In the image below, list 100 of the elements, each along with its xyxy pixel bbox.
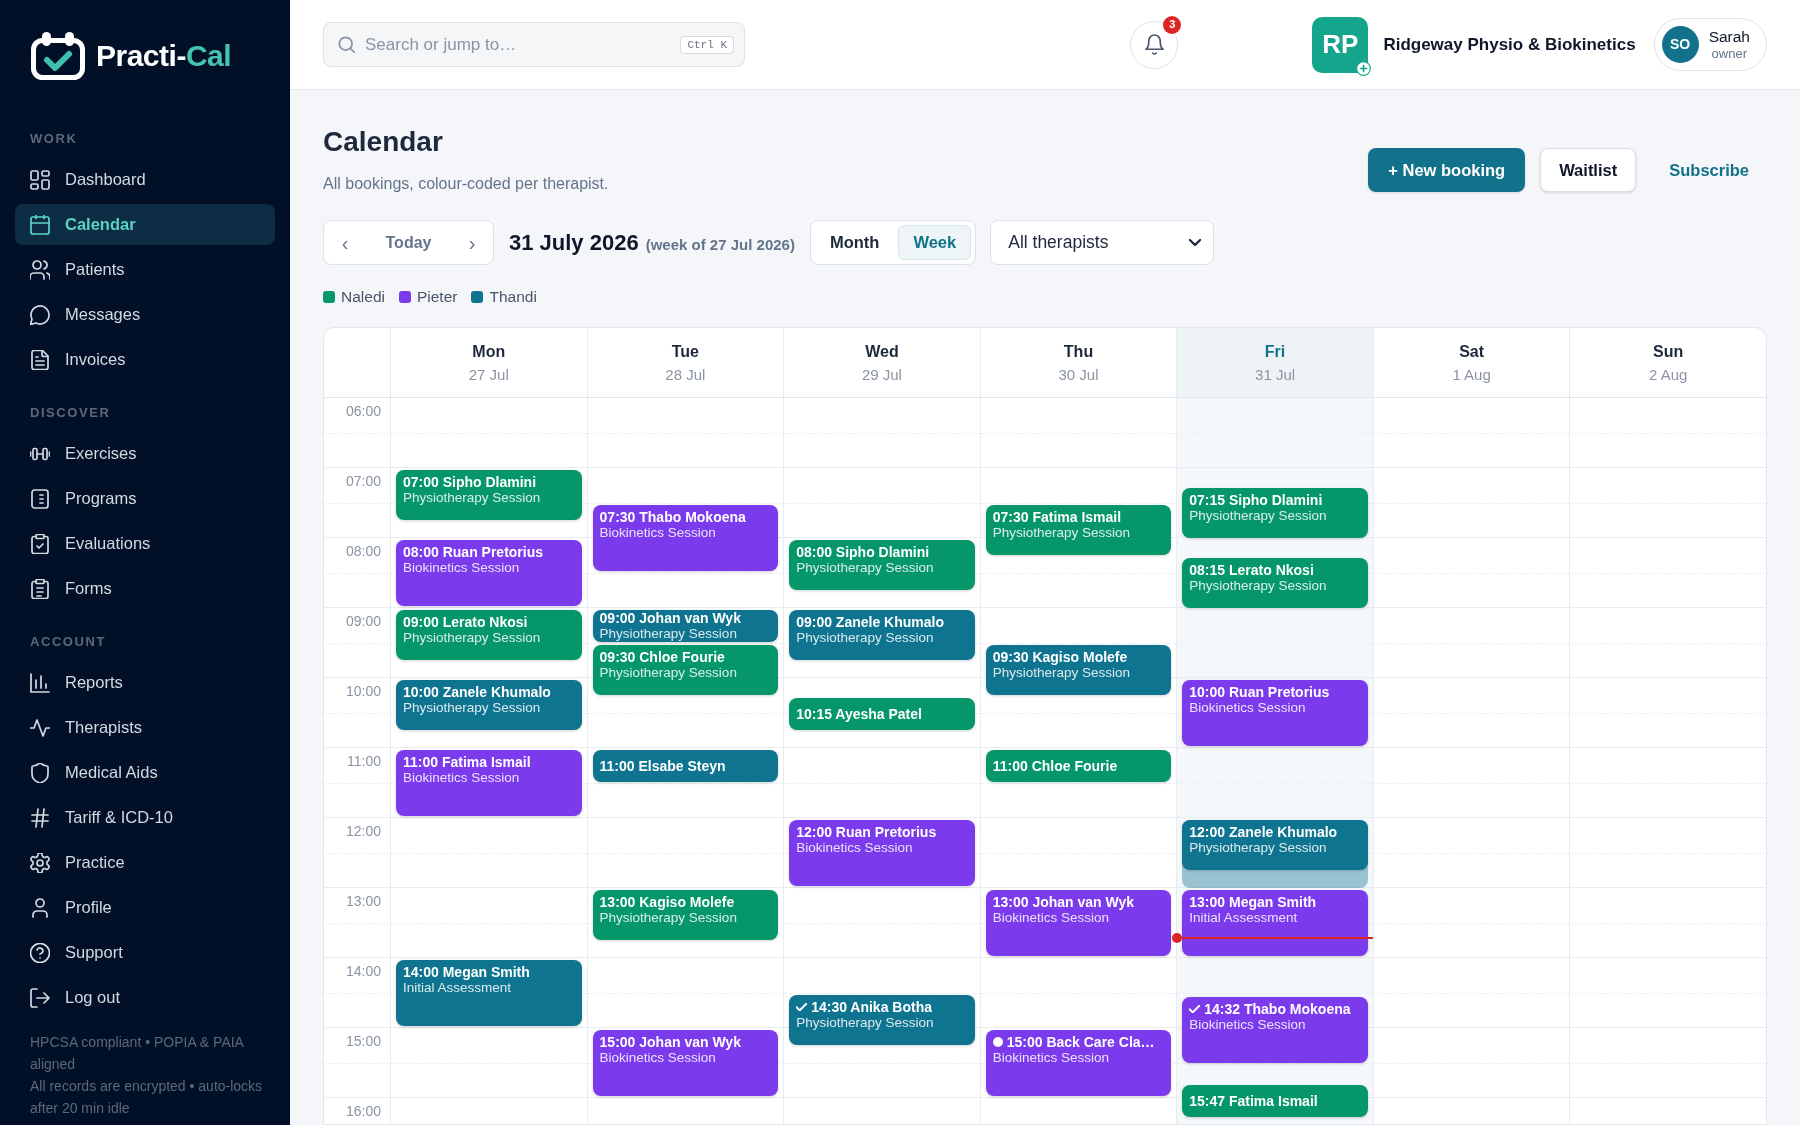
speech-bubble-icon xyxy=(30,304,50,325)
day-date: 27 Jul xyxy=(468,365,509,384)
event-card[interactable]: 14:32 Thabo Mokoena Biokinetics Session xyxy=(1182,997,1368,1064)
view-tab[interactable]: Month xyxy=(814,225,895,260)
nav-item[interactable]: Dashboard xyxy=(15,159,275,200)
people-icon xyxy=(30,259,50,280)
day-date: 30 Jul xyxy=(1058,365,1099,384)
day-name: Sat xyxy=(1459,341,1485,362)
waitlist-button[interactable]: Waitlist xyxy=(1540,148,1637,192)
event-card[interactable]: 08:00 Sipho Dlamini Physiotherapy Session xyxy=(789,540,975,590)
search-box[interactable]: Search or jump to… Ctrl K xyxy=(323,22,745,67)
hour-label: 07:00 xyxy=(345,473,381,490)
event-type: Biokinetics Session xyxy=(992,910,1110,925)
nav-item[interactable]: Profile xyxy=(15,887,275,928)
event-card[interactable]: 10:15 Ayesha Patel xyxy=(789,697,975,730)
event-title: 08:00 Ruan Pretorius xyxy=(403,544,544,560)
search-input[interactable]: Search or jump to… xyxy=(365,32,671,57)
event-card[interactable]: 07:30 Thabo Mokoena Biokinetics Session xyxy=(592,505,779,571)
event-card[interactable]: 14:00 Megan Smith Initial Assessment xyxy=(396,960,582,1026)
event-title: 14:30 Anika Botha xyxy=(811,999,932,1015)
event-card[interactable]: 08:00 Ruan Pretorius Biokinetics Session xyxy=(396,540,582,606)
compliance-note: HPCSA compliant • POPIA & PAIA aligned xyxy=(30,1033,245,1074)
nav-item[interactable]: Reports xyxy=(15,662,275,703)
nav-item[interactable]: Evaluations xyxy=(15,523,275,564)
nav-item[interactable]: Exercises xyxy=(15,433,275,474)
event-card[interactable]: 07:30 Fatima Ismail Physiotherapy Session xyxy=(985,505,1172,555)
user-chip[interactable]: SO Sarah owner xyxy=(1653,18,1767,71)
event-title: 15:00 Johan van Wyk xyxy=(599,1034,741,1050)
event-card[interactable]: 09:00 Zanele Khumalo Physiotherapy Session xyxy=(789,610,975,660)
day-name: Sun xyxy=(1653,341,1684,362)
day-date: 2 Aug xyxy=(1649,365,1688,384)
event-card[interactable]: 07:00 Sipho Dlamini Physiotherapy Session xyxy=(396,470,582,520)
event-type: Physiotherapy Session xyxy=(796,1015,935,1030)
event-card[interactable]: 10:00 Ruan Pretorius Biokinetics Session xyxy=(1182,680,1368,746)
event-type: Physiotherapy Session xyxy=(599,665,738,680)
event-card[interactable]: 13:00 Johan van Wyk Biokinetics Session xyxy=(985,890,1172,956)
event-title: 12:00 Ruan Pretorius xyxy=(796,824,937,840)
event-type: Biokinetics Session xyxy=(403,560,521,575)
nav-item[interactable]: Tariff & ICD-10 xyxy=(15,797,275,838)
event-card[interactable]: 11:00 Fatima Ismail Biokinetics Session xyxy=(396,750,582,816)
section-heading: DISCOVER xyxy=(29,404,112,422)
page-title: Calendar xyxy=(323,125,444,159)
view-tab[interactable]: Week xyxy=(898,225,972,260)
event-card[interactable]: 14:30 Anika Botha Physiotherapy Session xyxy=(789,995,975,1045)
nav-item[interactable]: Calendar xyxy=(15,204,275,245)
nav-item[interactable]: Support xyxy=(15,932,275,973)
nav-item[interactable]: Practice xyxy=(15,842,275,883)
new-booking-button[interactable]: + New booking xyxy=(1368,148,1526,192)
event-title: 07:00 Sipho Dlamini xyxy=(403,474,537,490)
subscribe-link[interactable]: Subscribe xyxy=(1651,148,1767,192)
event-card[interactable]: 11:00 Elsabe Steyn xyxy=(592,750,779,782)
event-title: 11:00 Elsabe Steyn xyxy=(599,758,726,774)
event-card[interactable]: 08:15 Lerato Nkosi Physiotherapy Session xyxy=(1182,557,1368,608)
event-card[interactable]: 13:00 Megan Smith Initial Assessment xyxy=(1182,890,1368,956)
nav-item[interactable]: Medical Aids xyxy=(15,752,275,793)
nav-item[interactable]: Programs xyxy=(15,478,275,519)
hour-label: 14:00 xyxy=(345,963,381,980)
event-card[interactable]: 09:30 Chloe Fourie Physiotherapy Session xyxy=(592,645,779,695)
next-button[interactable]: › xyxy=(451,221,493,264)
event-type: Physiotherapy Session xyxy=(1189,507,1328,523)
event-title: 07:15 Sipho Dlamini xyxy=(1189,491,1323,508)
event-type: Biokinetics Session xyxy=(992,1050,1110,1065)
event-title: 07:30 Thabo Mokoena xyxy=(599,509,746,525)
event-card[interactable]: 15:00 Back Care Cla… Biokinetics Session xyxy=(985,1030,1172,1096)
event-card[interactable]: 12:00 Ruan Pretorius Biokinetics Session xyxy=(789,820,975,886)
event-title: 09:00 Zanele Khumalo xyxy=(796,614,944,630)
bar-chart-icon xyxy=(30,672,50,693)
therapist-filter[interactable]: All therapists xyxy=(990,220,1215,265)
event-card[interactable]: 09:00 Johan van Wyk Physiotherapy Session xyxy=(592,610,779,642)
nav-item[interactable]: Log out xyxy=(15,977,275,1018)
day-date: 28 Jul xyxy=(665,365,706,384)
event-type: Biokinetics Session xyxy=(599,1050,717,1065)
today-button[interactable]: Today xyxy=(366,221,451,264)
nav-item[interactable]: Messages xyxy=(15,294,275,335)
event-card[interactable]: 07:15 Sipho Dlamini Physiotherapy Session xyxy=(1182,487,1368,538)
event-title: 10:00 Ruan Pretorius xyxy=(1189,684,1330,700)
event-card[interactable]: 15:47 Fatima Ismail xyxy=(1182,1084,1368,1117)
user-role: owner xyxy=(1711,46,1747,61)
event-title: 13:00 Megan Smith xyxy=(1189,894,1317,910)
brand-name: Practi-Cal xyxy=(96,38,232,74)
nav-item[interactable]: Forms xyxy=(15,568,275,609)
event-card[interactable]: 13:00 Kagiso Molefe Physiotherapy Session xyxy=(592,890,779,940)
day-date: 29 Jul xyxy=(861,365,902,384)
event-type: Physiotherapy Session xyxy=(796,630,935,645)
event-type: Physiotherapy Session xyxy=(1189,840,1328,855)
day-name: Wed xyxy=(865,341,899,362)
event-card[interactable]: 09:30 Kagiso Molefe Physiotherapy Session xyxy=(985,645,1172,695)
event-card[interactable]: 09:00 Lerato Nkosi Physiotherapy Session xyxy=(396,610,582,660)
event-card[interactable]: 15:00 Johan van Wyk Biokinetics Session xyxy=(592,1030,779,1096)
event-card[interactable]: 12:00 Zanele Khumalo Physiotherapy Session xyxy=(1182,820,1368,870)
calendar-icon xyxy=(30,214,50,235)
event-title: 15:00 Back Care Cla… xyxy=(1006,1034,1155,1050)
nav-item[interactable]: Therapists xyxy=(15,707,275,748)
nav-item[interactable]: Patients xyxy=(15,249,275,290)
event-card[interactable]: 11:00 Chloe Fourie xyxy=(985,750,1172,782)
previous-button[interactable]: ‹ xyxy=(324,221,366,264)
event-title: 11:00 Fatima Ismail xyxy=(403,754,531,770)
event-type: Biokinetics Session xyxy=(599,525,717,540)
event-card[interactable]: 10:00 Zanele Khumalo Physiotherapy Session xyxy=(396,680,582,730)
nav-item[interactable]: Invoices xyxy=(15,339,275,380)
